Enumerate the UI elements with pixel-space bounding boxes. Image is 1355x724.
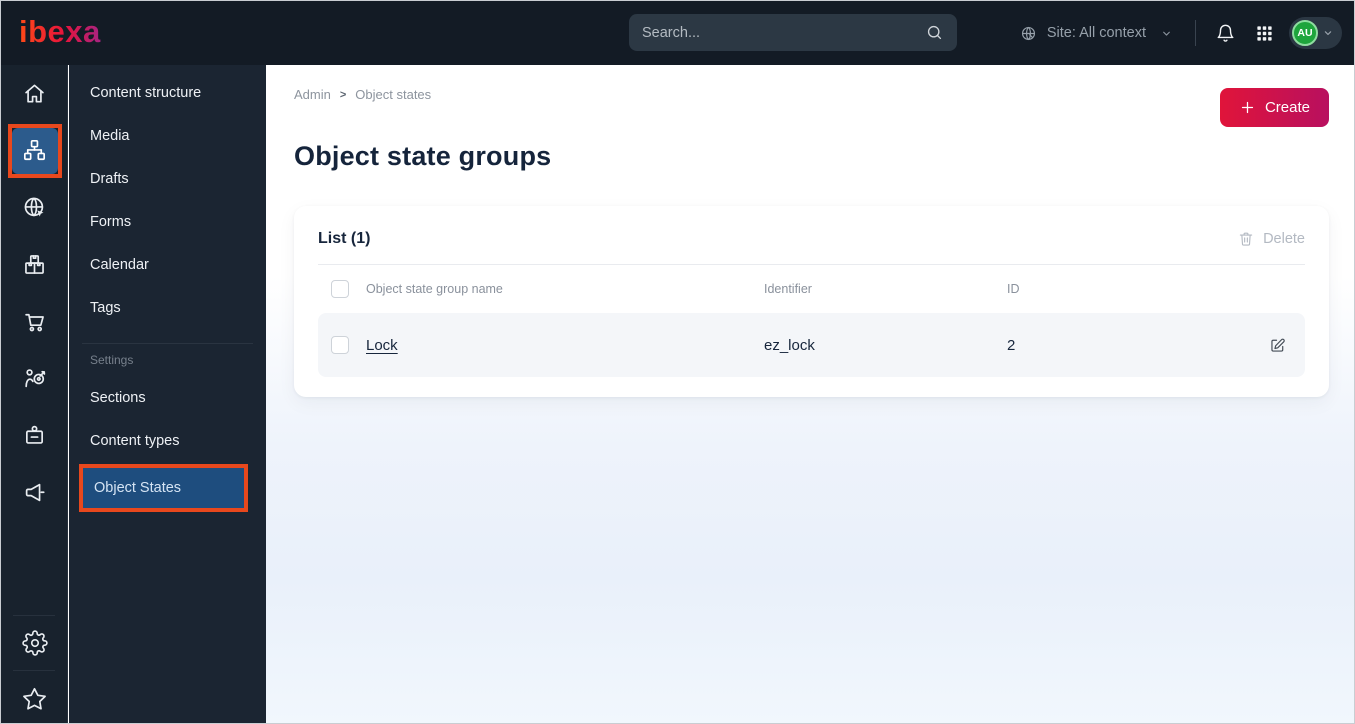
page-title: Object state groups [294,141,552,171]
rail-item-home[interactable] [1,65,68,122]
search-bar[interactable] [629,14,957,51]
row-checkbox[interactable] [331,336,349,354]
rail-item-corporate[interactable] [1,407,68,464]
rail-item-settings[interactable] [1,621,68,665]
search-input[interactable] [642,24,925,41]
menu-item-calendar[interactable]: Calendar [69,243,266,286]
breadcrumb: Admin > Object states [294,87,431,102]
notifications-bell-icon[interactable] [1215,23,1236,44]
nav-rail [1,65,68,723]
menu-item-forms[interactable]: Forms [69,200,266,243]
settings-gear-icon [21,630,48,656]
rail-divider [13,670,55,671]
table-row[interactable]: Lock ez_lock 2 [318,313,1305,377]
corporate-badge-icon [21,422,48,449]
table-header: Object state group name Identifier ID [318,265,1305,313]
row-id: 2 [1007,336,1016,354]
list-card-header: List (1) Delete [294,206,1329,264]
menu-section-label: Settings [90,353,134,367]
rail-item-commerce[interactable] [1,293,68,350]
delete-button[interactable]: Delete [1237,230,1305,248]
plus-icon [1239,99,1256,116]
row-name-link[interactable]: Lock [366,337,764,354]
column-header-identifier: Identifier [764,282,812,296]
chevron-down-icon [1159,26,1174,41]
create-button[interactable]: Create [1219,88,1329,127]
rail-item-personalization[interactable] [1,350,68,407]
create-button-label: Create [1264,99,1310,116]
column-header-id: ID [1007,282,1020,296]
select-all-checkbox[interactable] [331,280,349,298]
rail-item-bookmarks[interactable] [1,677,68,721]
rail-divider [13,615,55,616]
active-rail-tile [11,127,58,174]
column-header-name: Object state group name [366,282,503,296]
content-structure-icon [21,137,48,164]
rail-item-campaigns[interactable] [1,464,68,521]
user-menu[interactable]: AU [1289,17,1342,49]
site-icon [21,194,48,221]
topbar-divider [1195,20,1196,46]
app-grid-icon[interactable] [1255,24,1274,43]
commerce-cart-icon [21,308,48,335]
list-card: List (1) Delete Object state group name … [294,206,1329,397]
bookmarks-star-icon [21,686,48,713]
rail-item-content-structure[interactable] [1,122,68,179]
site-context-selector[interactable]: Site: All context [1019,24,1174,43]
menu-item-sections[interactable]: Sections [69,376,266,419]
rail-item-products[interactable] [1,236,68,293]
menu-divider [82,343,253,344]
delete-button-label: Delete [1263,231,1305,247]
trash-icon [1237,230,1255,248]
row-identifier: ez_lock [764,336,815,354]
menu-item-media[interactable]: Media [69,114,266,157]
menu-item-drafts[interactable]: Drafts [69,157,266,200]
menu-item-content-structure[interactable]: Content structure [69,71,266,114]
annotation-highlight [7,123,62,178]
topbar-right: Site: All context AU [1019,1,1342,65]
breadcrumb-separator: > [339,88,347,101]
annotation-highlight: Object States [79,464,248,512]
topbar: ibexa Site: All context [1,1,1354,65]
breadcrumb-admin[interactable]: Admin [294,87,331,102]
menu-item-tags[interactable]: Tags [69,286,266,329]
app-window: ibexa Site: All context [0,0,1355,724]
search-icon[interactable] [925,23,944,42]
edit-icon[interactable] [1268,336,1287,355]
site-context-label: Site: All context [1046,25,1146,41]
products-icon [21,251,48,278]
list-title: List (1) [318,230,371,247]
avatar: AU [1292,20,1318,46]
personalization-icon [21,365,48,392]
secondary-menu: Content structure Media Drafts Forms Cal… [69,65,266,723]
rail-item-site[interactable] [1,179,68,236]
chevron-down-icon [1321,26,1335,40]
menu-item-content-types[interactable]: Content types [69,419,266,462]
site-globe-icon [1019,24,1038,43]
breadcrumb-current: Object states [355,87,432,102]
main-content: Admin > Object states Create Object stat… [266,65,1354,723]
home-icon [21,80,48,107]
campaigns-megaphone-icon [21,479,48,506]
ibexa-logo[interactable]: ibexa [19,14,101,50]
menu-item-object-states[interactable]: Object States [83,468,244,508]
